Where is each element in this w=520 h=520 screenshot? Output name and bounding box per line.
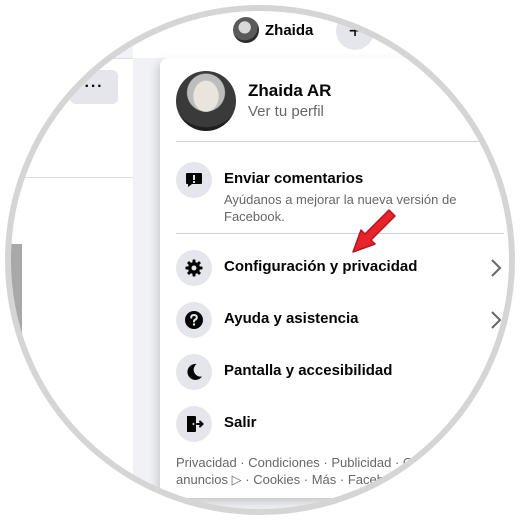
gear-icon — [176, 250, 212, 286]
footer-line[interactable]: Privacidad · Condiciones · Publicidad · … — [176, 454, 416, 471]
menu-item-logout[interactable]: Salir — [176, 406, 506, 442]
divider — [176, 141, 504, 142]
footer-links[interactable]: Privacidad · Condiciones · Publicidad · … — [176, 454, 416, 488]
menu-item-label: Ayuda y asistencia — [224, 310, 359, 327]
view-profile-link[interactable]: Ver tu perfil — [248, 102, 331, 122]
moon-icon — [176, 354, 212, 390]
profile-chip[interactable]: Zhaida — [233, 16, 313, 44]
more-options-button[interactable]: ··· — [70, 70, 118, 104]
question-icon — [176, 302, 212, 338]
logout-door-icon — [176, 406, 212, 442]
menu-item-help-support[interactable]: Ayuda y asistencia — [176, 302, 506, 338]
profile-text: Zhaida AR Ver tu perfil — [248, 80, 331, 122]
avatar — [233, 17, 259, 43]
menu-profile-row[interactable]: Zhaida AR Ver tu perfil — [176, 70, 496, 132]
create-button[interactable]: + — [336, 12, 374, 50]
profile-avatar — [176, 71, 236, 131]
menu-item-settings-privacy[interactable]: Configuración y privacidad — [176, 250, 506, 286]
divider — [176, 233, 504, 234]
menu-item-display-accessibility[interactable]: Pantalla y accesibilidad — [176, 354, 506, 390]
chevron-right-icon — [486, 362, 506, 382]
profile-chip-name: Zhaida — [265, 21, 314, 39]
menu-item-label: Enviar comentarios — [224, 170, 364, 187]
account-menu: Zhaida AR Ver tu perfil Enviar comentari… — [160, 58, 520, 498]
feedback-exclamation-icon — [176, 162, 212, 198]
left-image-strip — [0, 244, 22, 404]
menu-item-feedback[interactable]: Enviar comentarios Ayúdanos a mejorar la… — [176, 162, 506, 225]
menu-item-label: Salir — [224, 414, 257, 431]
top-navigation-bar — [133, 0, 520, 58]
chevron-right-icon — [486, 258, 506, 278]
menu-item-label: Configuración y privacidad — [224, 258, 418, 275]
chevron-right-icon — [486, 310, 506, 330]
screenshot-stage: ··· Zhaida + Zhaida AR Ver tu perfil Env… — [0, 0, 520, 520]
red-pointer-arrow-icon — [352, 209, 396, 253]
menu-item-label: Pantalla y accesibilidad — [224, 362, 393, 379]
footer-line[interactable]: anuncios ▷ · Cookies · Más · Faceb — [176, 471, 416, 488]
card-divider — [0, 177, 133, 178]
profile-name: Zhaida AR — [248, 81, 332, 100]
